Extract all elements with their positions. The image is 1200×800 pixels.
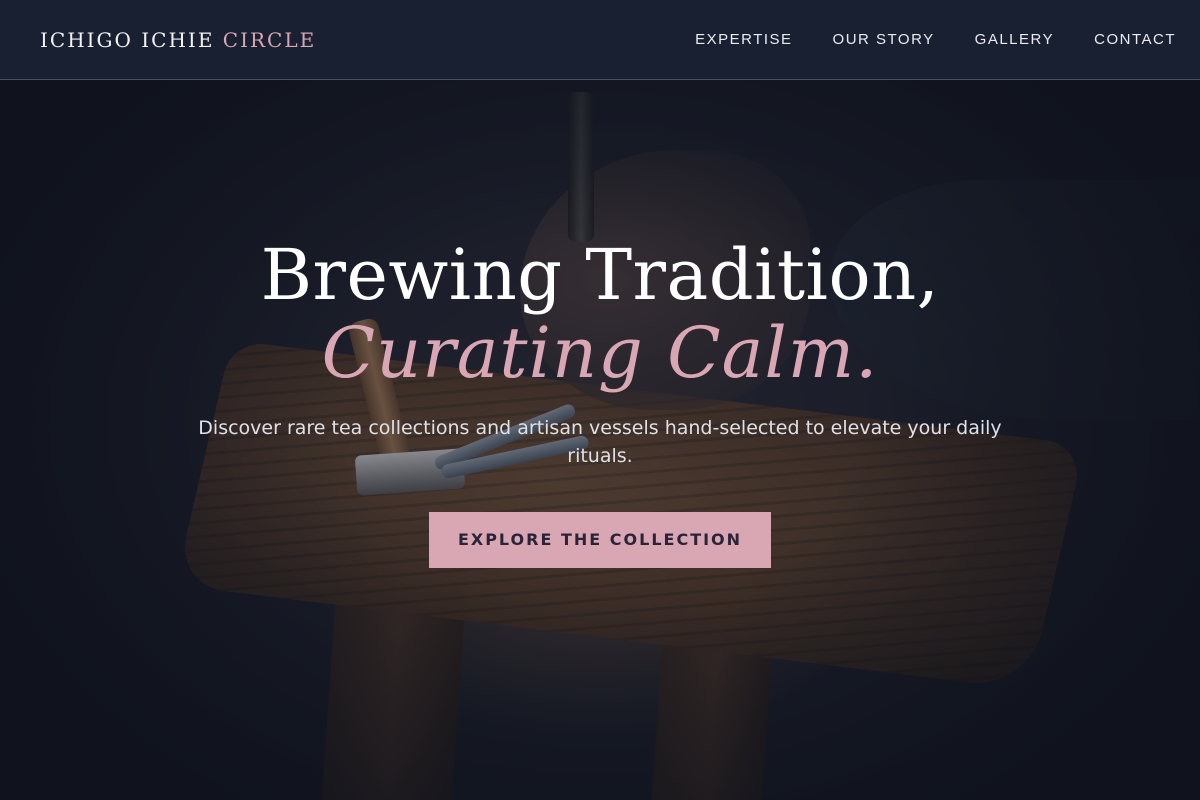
hero-section: Brewing Tradition, Curating Calm. Discov… [0, 236, 1200, 568]
nav-link-our-story[interactable]: OUR STORY [833, 31, 935, 48]
hero-subtitle: Discover rare tea collections and artisa… [198, 417, 1002, 467]
nav-link-gallery[interactable]: GALLERY [975, 31, 1054, 48]
logo-main-text: ICHIGO ICHIE [40, 27, 223, 52]
site-header: ICHIGO ICHIE CIRCLE EXPERTISE OUR STORY … [0, 0, 1200, 80]
hero-title-line1: Brewing Tradition, [260, 234, 940, 316]
logo-accent-text: CIRCLE [222, 27, 317, 52]
main-nav: EXPERTISE OUR STORY GALLERY CONTACT [695, 31, 1176, 48]
explore-collection-button[interactable]: EXPLORE THE COLLECTION [429, 512, 771, 568]
nav-link-expertise[interactable]: EXPERTISE [695, 31, 792, 48]
nav-link-contact[interactable]: CONTACT [1094, 31, 1176, 48]
hero-title: Brewing Tradition, Curating Calm. [0, 236, 1200, 392]
site-logo[interactable]: ICHIGO ICHIE CIRCLE [40, 28, 316, 52]
hero-title-line2: Curating Calm. [321, 312, 879, 394]
